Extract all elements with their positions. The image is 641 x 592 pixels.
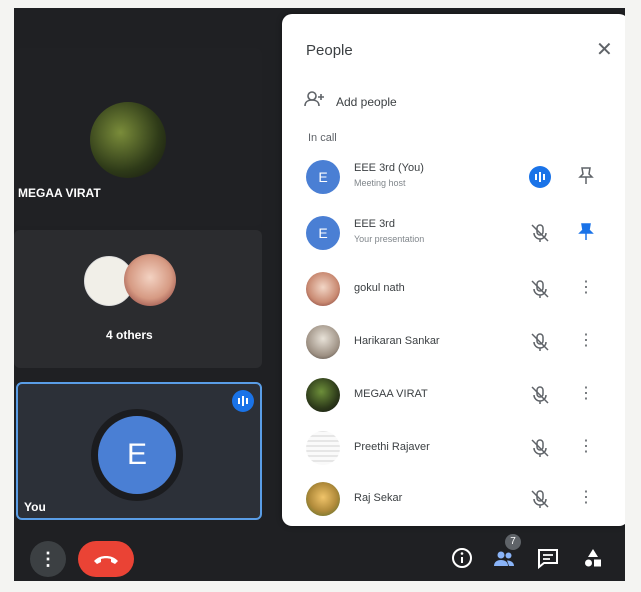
participant-subtitle: Meeting host xyxy=(354,178,406,188)
participant-name: Harikaran Sankar xyxy=(354,335,440,347)
participant-avatar xyxy=(306,378,340,412)
participant-row[interactable]: Harikaran Sankar ⋮ xyxy=(282,317,625,367)
participant-avatar: E xyxy=(306,216,340,250)
chat-icon[interactable] xyxy=(536,546,560,570)
pin-icon[interactable] xyxy=(578,222,594,244)
more-options-icon[interactable]: ⋮ xyxy=(578,384,594,406)
participant-name: EEE 3rd (You) xyxy=(354,162,424,174)
participant-avatar xyxy=(306,482,340,516)
muted-mic-icon xyxy=(529,437,551,459)
people-count-badge: 7 xyxy=(505,534,521,550)
participant-name: MEGAA VIRAT xyxy=(354,388,428,400)
muted-mic-icon xyxy=(529,278,551,300)
participant-row[interactable]: Preethi Rajaver ⋮ xyxy=(282,423,625,473)
participant-name: gokul nath xyxy=(354,282,405,294)
video-tile-others[interactable]: 4 others xyxy=(14,230,262,368)
muted-mic-icon xyxy=(529,222,551,244)
meeting-controls-bar: ⋮ 7 xyxy=(14,534,625,581)
more-options-icon[interactable]: ⋮ xyxy=(578,331,594,353)
participant-row[interactable]: E EEE 3rd (You) Meeting host xyxy=(282,152,625,202)
people-panel: People ✕ Add people In call E EEE 3rd (Y… xyxy=(282,14,625,526)
more-options-icon[interactable]: ⋮ xyxy=(578,488,594,510)
leave-call-button[interactable] xyxy=(78,541,134,577)
muted-mic-icon xyxy=(529,331,551,353)
participant-row[interactable]: gokul nath ⋮ xyxy=(282,264,625,314)
meeting-window: MEGAA VIRAT 4 others E You People ✕ Add … xyxy=(14,8,625,581)
participant-avatar xyxy=(90,102,166,178)
add-people-button[interactable]: Add people xyxy=(304,91,397,112)
in-call-heading: In call xyxy=(308,132,337,144)
participant-name: EEE 3rd xyxy=(354,218,395,230)
add-people-label: Add people xyxy=(336,94,397,109)
video-tile-self[interactable]: E You xyxy=(16,382,262,520)
tile-others-label: 4 others xyxy=(106,328,153,342)
activities-icon[interactable] xyxy=(581,546,605,570)
participant-row[interactable]: Raj Sekar ⋮ xyxy=(282,474,625,524)
muted-mic-icon xyxy=(529,384,551,406)
participant-avatar: E xyxy=(306,160,340,194)
tile-name-label: MEGAA VIRAT xyxy=(18,186,101,200)
more-options-icon[interactable]: ⋮ xyxy=(578,278,594,300)
speaking-indicator-icon xyxy=(529,166,551,188)
participant-name: Raj Sekar xyxy=(354,492,403,504)
muted-mic-icon xyxy=(529,488,551,510)
self-label: You xyxy=(24,500,46,514)
self-avatar: E xyxy=(98,416,176,494)
close-icon[interactable]: ✕ xyxy=(596,40,613,60)
participant-row[interactable]: E EEE 3rd Your presentation xyxy=(282,208,625,258)
pin-icon[interactable] xyxy=(578,166,594,188)
add-person-icon xyxy=(304,91,326,112)
participant-row[interactable]: MEGAA VIRAT ⋮ xyxy=(282,370,625,420)
participant-subtitle: Your presentation xyxy=(354,234,425,244)
panel-title: People xyxy=(306,42,353,59)
participant-avatar xyxy=(306,431,340,465)
speaking-indicator-icon xyxy=(232,390,254,412)
participant-avatar xyxy=(306,272,340,306)
video-tile-megaa[interactable]: MEGAA VIRAT xyxy=(14,48,262,226)
more-options-icon[interactable]: ⋮ xyxy=(578,437,594,459)
meeting-details-icon[interactable] xyxy=(450,546,474,570)
more-options-button[interactable]: ⋮ xyxy=(30,541,66,577)
hang-up-icon xyxy=(94,556,118,564)
participant-avatar xyxy=(306,325,340,359)
participant-avatar xyxy=(124,254,176,306)
participant-name: Preethi Rajaver xyxy=(354,441,430,453)
